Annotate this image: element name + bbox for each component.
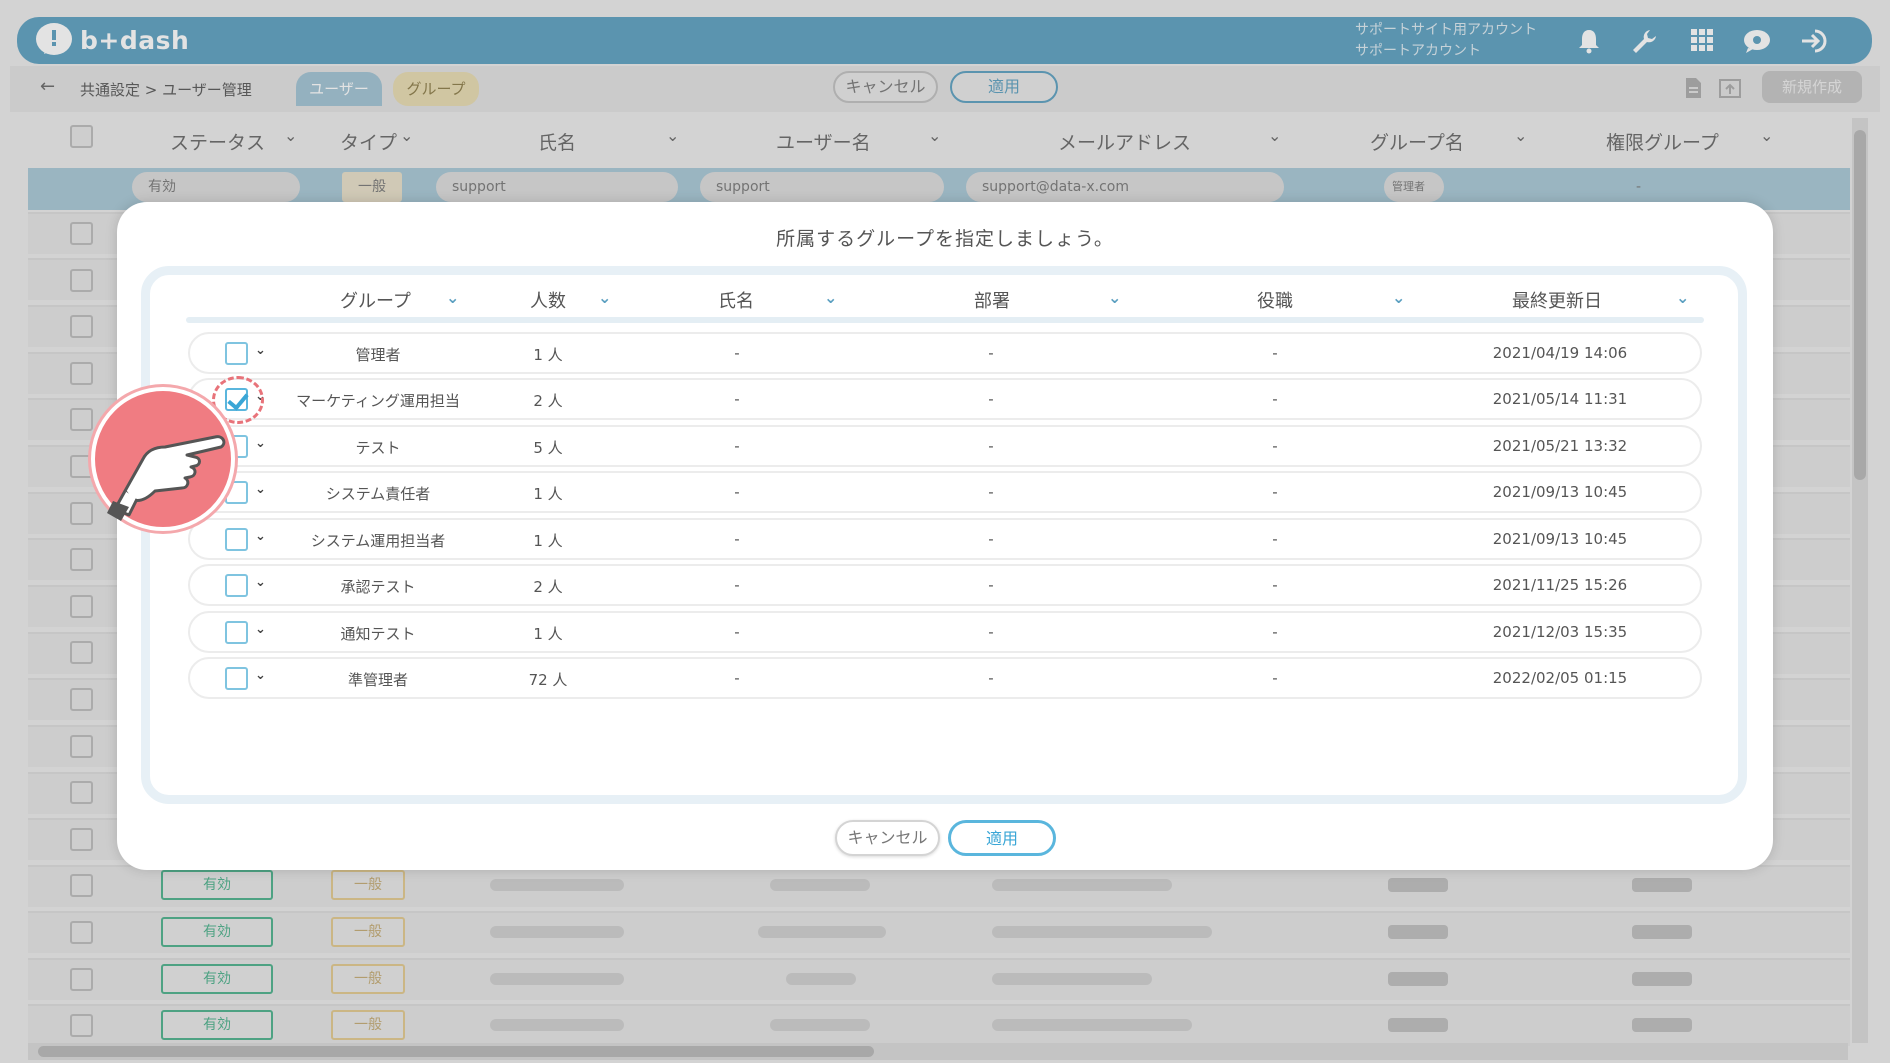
pointing-hand-icon	[91, 387, 235, 531]
column-department[interactable]: 部署	[974, 287, 1010, 313]
updated-cell: 2021/12/03 15:35	[1492, 623, 1628, 641]
group-checkbox[interactable]	[225, 528, 248, 551]
department-cell: -	[988, 530, 994, 548]
member-count: 2 人	[533, 578, 563, 596]
group-name: 管理者	[355, 346, 401, 364]
chevron-down-icon[interactable]: ⌄	[1108, 288, 1121, 307]
group-checkbox[interactable]	[225, 574, 248, 597]
column-position[interactable]: 役職	[1257, 287, 1293, 313]
department-cell: -	[988, 669, 994, 687]
member-count: 1 人	[533, 346, 563, 364]
chevron-down-icon[interactable]: ⌄	[255, 668, 266, 683]
member-count: 1 人	[533, 485, 563, 503]
department-cell: -	[988, 344, 994, 362]
updated-cell: 2021/05/21 13:32	[1492, 437, 1628, 455]
position-cell: -	[1272, 576, 1278, 594]
chevron-down-icon[interactable]: ⌄	[255, 529, 266, 544]
member-count: 2 人	[533, 392, 563, 410]
chevron-down-icon[interactable]: ⌄	[255, 343, 266, 358]
group-checkbox[interactable]	[225, 667, 248, 690]
updated-cell: 2021/04/19 14:06	[1492, 344, 1628, 362]
position-cell: -	[1272, 623, 1278, 641]
column-group[interactable]: グループ	[340, 287, 411, 313]
header-divider	[186, 317, 1704, 323]
chevron-down-icon[interactable]: ⌄	[255, 575, 266, 590]
updated-cell: 2021/11/25 15:26	[1492, 576, 1628, 594]
column-count[interactable]: 人数	[530, 287, 566, 313]
position-cell: -	[1272, 483, 1278, 501]
name-cell: -	[734, 669, 740, 687]
group-name: 承認テスト	[340, 578, 416, 596]
member-count: 1 人	[533, 532, 563, 550]
position-cell: -	[1272, 390, 1278, 408]
group-checkbox[interactable]	[225, 621, 248, 644]
name-cell: -	[734, 530, 740, 548]
group-name: 通知テスト	[340, 625, 416, 643]
member-count: 1 人	[533, 625, 563, 643]
name-cell: -	[734, 483, 740, 501]
group-name: マーケティング運用担当	[296, 392, 460, 410]
department-cell: -	[988, 576, 994, 594]
chevron-down-icon[interactable]: ⌄	[1676, 288, 1689, 307]
chevron-down-icon[interactable]: ⌄	[255, 436, 266, 451]
chevron-down-icon[interactable]: ⌄	[255, 482, 266, 497]
updated-cell: 2021/05/14 11:31	[1492, 390, 1628, 408]
chevron-down-icon[interactable]: ⌄	[446, 288, 459, 307]
chevron-down-icon[interactable]: ⌄	[1392, 288, 1405, 307]
position-cell: -	[1272, 437, 1278, 455]
position-cell: -	[1272, 669, 1278, 687]
chevron-down-icon[interactable]: ⌄	[824, 288, 837, 307]
updated-cell: 2021/09/13 10:45	[1492, 530, 1628, 548]
name-cell: -	[734, 623, 740, 641]
department-cell: -	[988, 390, 994, 408]
department-cell: -	[988, 623, 994, 641]
chevron-down-icon[interactable]: ⌄	[255, 622, 266, 637]
name-cell: -	[734, 344, 740, 362]
department-cell: -	[988, 437, 994, 455]
modal-cancel-button[interactable]: キャンセル	[835, 820, 940, 856]
updated-cell: 2021/09/13 10:45	[1492, 483, 1628, 501]
group-name: テスト	[355, 439, 401, 457]
group-checkbox[interactable]	[225, 342, 248, 365]
updated-cell: 2022/02/05 01:15	[1492, 669, 1628, 687]
member-count: 72 人	[528, 671, 568, 689]
position-cell: -	[1272, 530, 1278, 548]
name-cell: -	[734, 390, 740, 408]
column-last-updated[interactable]: 最終更新日	[1512, 287, 1602, 313]
modal-apply-button[interactable]: 適用	[948, 820, 1056, 856]
department-cell: -	[988, 483, 994, 501]
group-name: 準管理者	[347, 671, 408, 689]
modal-title: 所属するグループを指定しましょう。	[776, 228, 1114, 250]
name-cell: -	[734, 437, 740, 455]
member-count: 5 人	[533, 439, 563, 457]
column-name[interactable]: 氏名	[718, 287, 754, 313]
position-cell: -	[1272, 344, 1278, 362]
chevron-down-icon[interactable]: ⌄	[598, 288, 611, 307]
group-name: システム責任者	[325, 485, 431, 503]
group-name: システム運用担当者	[310, 532, 446, 550]
name-cell: -	[734, 576, 740, 594]
